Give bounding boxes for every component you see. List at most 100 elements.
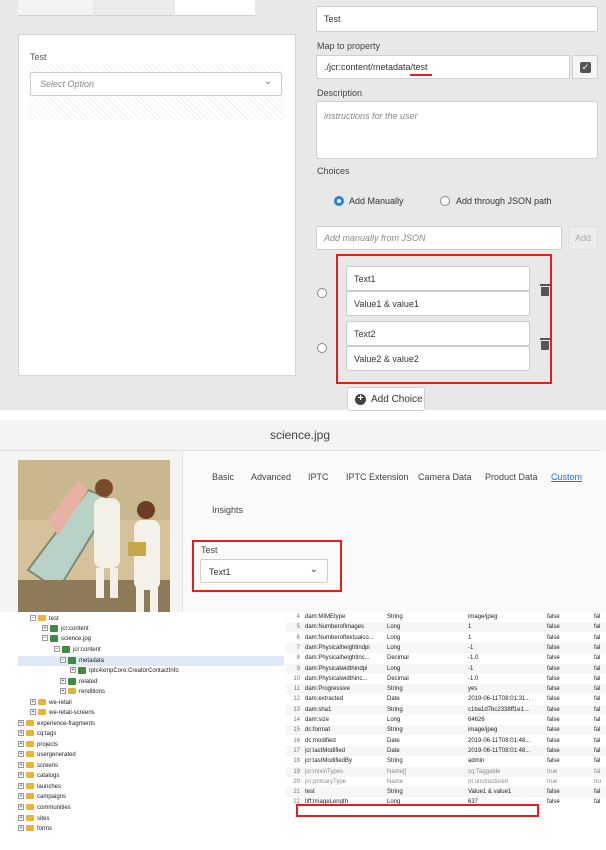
property-mandatory: fal	[594, 655, 601, 662]
expand-icon[interactable]: +	[18, 730, 24, 737]
property-row[interactable]: 16 dc:modified Date 2019-06-11T08:01:48... f…	[286, 736, 606, 746]
folder-icon	[26, 762, 34, 769]
property-type: String	[387, 789, 403, 796]
property-row[interactable]: 9 dam:Physicalwidthindpi Long -1 false fal	[286, 663, 606, 674]
property-row[interactable]: 13 dam:sha1 String c1ba1d7bc2338ff1e1... fal…	[286, 704, 606, 715]
field-label-input[interactable]: Test	[316, 6, 598, 32]
tree-node[interactable]: + Iptc4xmpCore:CreatorContactInfo	[70, 666, 179, 676]
property-name: dam:Physicalheightinc...	[305, 655, 370, 662]
choice-radio-2[interactable]	[317, 343, 327, 353]
tree-node[interactable]: + usergenerated	[18, 750, 76, 760]
tree-node[interactable]: − science.jpg	[42, 634, 91, 644]
add-json-button[interactable]: Add	[568, 226, 598, 250]
tree-node[interactable]: + launches	[18, 782, 61, 792]
choice-value-input-2[interactable]: Value2 & value2	[346, 346, 530, 371]
map-to-property-input[interactable]: ./jcr:content/metadata/test	[316, 55, 570, 79]
expand-icon[interactable]: +	[18, 720, 24, 727]
property-row[interactable]: 11 dam:Progressive String yes false fal	[286, 684, 606, 695]
tree-node[interactable]: + we-retail	[30, 698, 72, 708]
tree-node[interactable]: + campaigns	[18, 792, 66, 802]
expand-icon[interactable]: +	[30, 709, 36, 716]
node-icon	[50, 624, 58, 632]
expand-icon[interactable]: +	[18, 741, 24, 748]
property-row[interactable]: 7 dam:Physicalheightindpi Long -1 false fal	[286, 642, 606, 653]
property-type: Date	[387, 737, 400, 744]
expand-icon[interactable]: +	[18, 751, 24, 758]
tree-node[interactable]: + catalogs	[18, 771, 59, 781]
property-row[interactable]: 21 test String Value1 & value1 false fal	[286, 787, 606, 798]
tree-node[interactable]: + forms	[18, 824, 52, 834]
map-property-toggle[interactable]: ✓	[572, 55, 598, 79]
tree-node[interactable]: + sites	[18, 814, 49, 824]
custom-field-dropdown[interactable]: Text1 ⌄	[200, 559, 328, 583]
radio-add-manually[interactable]	[334, 196, 344, 206]
tree-node[interactable]: − jcr:content	[54, 645, 101, 655]
tree-node[interactable]: + experience-fragments	[18, 719, 95, 729]
property-row[interactable]: 6 dam:Numberoftextualco... Long 1 false fal	[286, 633, 606, 643]
collapse-icon[interactable]: −	[54, 646, 60, 653]
tree-node[interactable]: − test	[30, 614, 59, 624]
property-row[interactable]: 19 jcr:mixinTypes Name[] cq:Taggable true fal	[286, 766, 606, 777]
json-input[interactable]: Add manually from JSON	[316, 226, 562, 250]
property-row[interactable]: 10 dam:Physicalwidthinc... Decimal -1.0 fals…	[286, 674, 606, 684]
property-row[interactable]: 4 dam:MIMEtype String image/jpeg false fal	[286, 612, 606, 622]
property-row[interactable]: 12 dam:extracted Date 2019-06-11T08:01:31..…	[286, 694, 606, 704]
editor-tab-stub[interactable]	[18, 0, 93, 16]
collapse-icon[interactable]: −	[60, 657, 66, 664]
collapse-icon[interactable]: −	[30, 615, 36, 622]
choice-value-input-1[interactable]: Value1 & value1	[346, 291, 530, 316]
tree-node[interactable]: + jcr:content	[42, 624, 89, 634]
property-row[interactable]: 14 dam:size Long 64626 false fal	[286, 715, 606, 725]
tree-node[interactable]: + projects	[18, 740, 58, 750]
editor-tab-stub-active[interactable]	[175, 0, 255, 16]
tree-node[interactable]: + renditions	[60, 687, 105, 697]
tab-basic[interactable]: Basic	[212, 472, 234, 482]
expand-icon[interactable]: +	[18, 793, 24, 800]
asset-title: science.jpg	[269, 428, 331, 442]
expand-icon[interactable]: +	[18, 825, 24, 832]
description-textarea[interactable]: instructions for the user	[316, 101, 598, 159]
property-index: 18	[293, 758, 300, 765]
trash-icon[interactable]	[540, 284, 550, 296]
expand-icon[interactable]: +	[60, 688, 66, 695]
tree-node[interactable]: + we-retail-screens	[30, 708, 95, 718]
preview-dropdown[interactable]: Select Option ⌄	[30, 72, 282, 96]
property-row[interactable]: 17 jcr:lastModified Date 2019-06-11T08:01:4…	[286, 745, 606, 756]
tab-iptc-extension[interactable]: IPTC Extension	[346, 472, 409, 482]
tree-node[interactable]: − metadata	[60, 656, 104, 666]
trash-icon[interactable]	[540, 338, 550, 350]
expand-icon[interactable]: +	[42, 625, 48, 632]
expand-icon[interactable]: +	[18, 815, 24, 822]
property-row[interactable]: 15 dc:format String image/jpeg false fal	[286, 725, 606, 736]
tab-insights[interactable]: Insights	[212, 505, 243, 515]
editor-tab-stub[interactable]	[95, 0, 173, 16]
expand-icon[interactable]: +	[18, 804, 24, 811]
expand-icon[interactable]: +	[18, 772, 24, 779]
expand-icon[interactable]: +	[60, 678, 66, 685]
radio-add-json[interactable]	[440, 196, 450, 206]
tab-product-data[interactable]: Product Data	[485, 472, 538, 482]
tab-iptc[interactable]: IPTC	[308, 472, 329, 482]
expand-icon[interactable]: +	[30, 699, 36, 706]
property-row[interactable]: 18 jcr:lastModifiedBy String admin false fal	[286, 756, 606, 766]
choice-text-input-2[interactable]: Text2	[346, 321, 530, 346]
collapse-icon[interactable]: −	[42, 635, 48, 642]
property-row[interactable]: 20 jcr:primaryType Name nt:unstructured true…	[286, 777, 606, 787]
property-row[interactable]: 8 dam:Physicalheightinc... Decimal -1.0 fals…	[286, 653, 606, 663]
property-index: 9	[296, 665, 300, 672]
tab-advanced[interactable]: Advanced	[251, 472, 291, 482]
tab-custom[interactable]: Custom	[551, 472, 582, 482]
property-row[interactable]: 5 dam:Numberofimages Long 1 false fal	[286, 622, 606, 633]
tree-node[interactable]: + related	[60, 677, 97, 687]
tab-camera-data[interactable]: Camera Data	[418, 472, 472, 482]
tree-node[interactable]: + communities	[18, 803, 71, 813]
expand-icon[interactable]: +	[18, 762, 24, 769]
choice-text-input-1[interactable]: Text1	[346, 266, 530, 291]
tree-node-label: projects	[37, 742, 59, 748]
expand-icon[interactable]: +	[18, 783, 24, 790]
tree-node[interactable]: + cq:tags	[18, 729, 56, 739]
choice-radio-1[interactable]	[317, 288, 327, 298]
tree-node[interactable]: + screens	[18, 761, 58, 771]
add-choice-button[interactable]: + Add Choice	[347, 387, 425, 411]
expand-icon[interactable]: +	[70, 667, 76, 674]
